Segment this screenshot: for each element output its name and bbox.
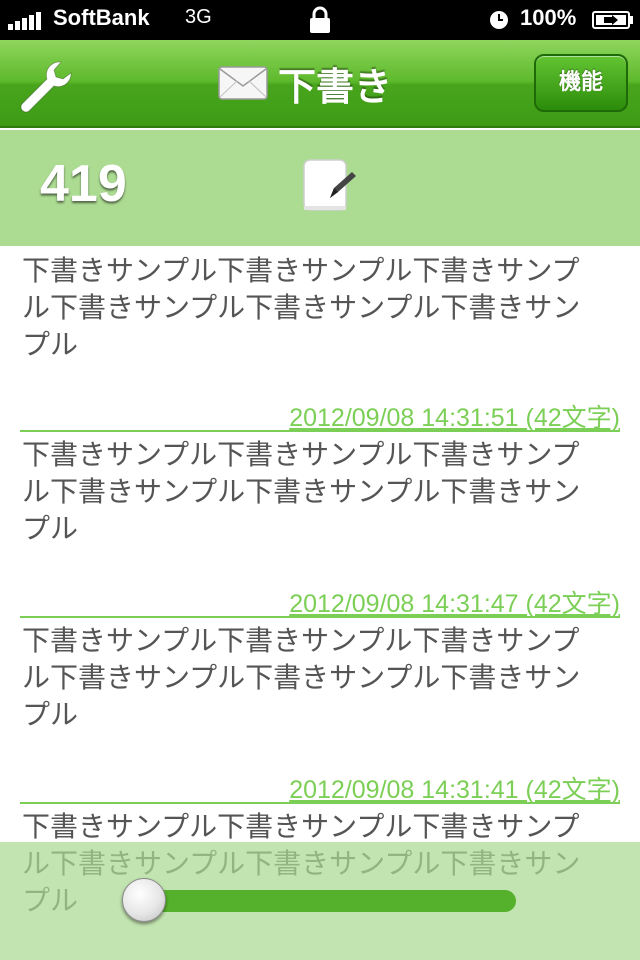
info-band: 419 — [0, 130, 640, 246]
slider-track[interactable] — [130, 890, 516, 912]
draft-body-text: 下書きサンプル下書きサンプル下書きサンプル下書きサンプル下書きサンプル下書きサン… — [22, 624, 581, 731]
signal-strength-icon — [8, 10, 48, 30]
draft-timestamp: 2012/09/08 14:31:47 (42文字) — [20, 584, 620, 618]
scroll-slider-panel — [0, 842, 640, 960]
title-group: 下書き — [218, 56, 392, 110]
carrier-name: SoftBank — [53, 5, 150, 30]
draft-body-text: 下書きサンプル下書きサンプル下書きサンプル下書きサンプル下書きサンプル下書きサン… — [22, 438, 581, 545]
envelope-icon — [218, 66, 268, 100]
slider-thumb[interactable] — [122, 878, 166, 922]
draft-timestamp: 2012/09/08 14:31:51 (42文字) — [20, 398, 620, 432]
navigation-bar: 下書き 機能 — [0, 40, 640, 128]
lock-icon — [310, 6, 330, 33]
functions-button[interactable]: 機能 — [534, 54, 628, 112]
compose-icon[interactable] — [300, 156, 360, 216]
network-type: 3G — [185, 6, 212, 28]
draft-body-text: 下書きサンプル下書きサンプル下書きサンプル下書きサンプル下書きサンプル下書きサン… — [22, 254, 581, 361]
wrench-icon[interactable] — [16, 58, 76, 114]
draft-timestamp: 2012/09/08 14:31:41 (42文字) — [20, 770, 620, 804]
draft-count: 419 — [40, 155, 127, 213]
status-bar: SoftBank 3G 100% — [0, 0, 640, 40]
page-title: 下書き — [278, 64, 393, 109]
battery-charging-icon — [592, 11, 633, 29]
alarm-clock-icon — [490, 11, 508, 29]
battery-percent: 100% — [520, 5, 577, 30]
